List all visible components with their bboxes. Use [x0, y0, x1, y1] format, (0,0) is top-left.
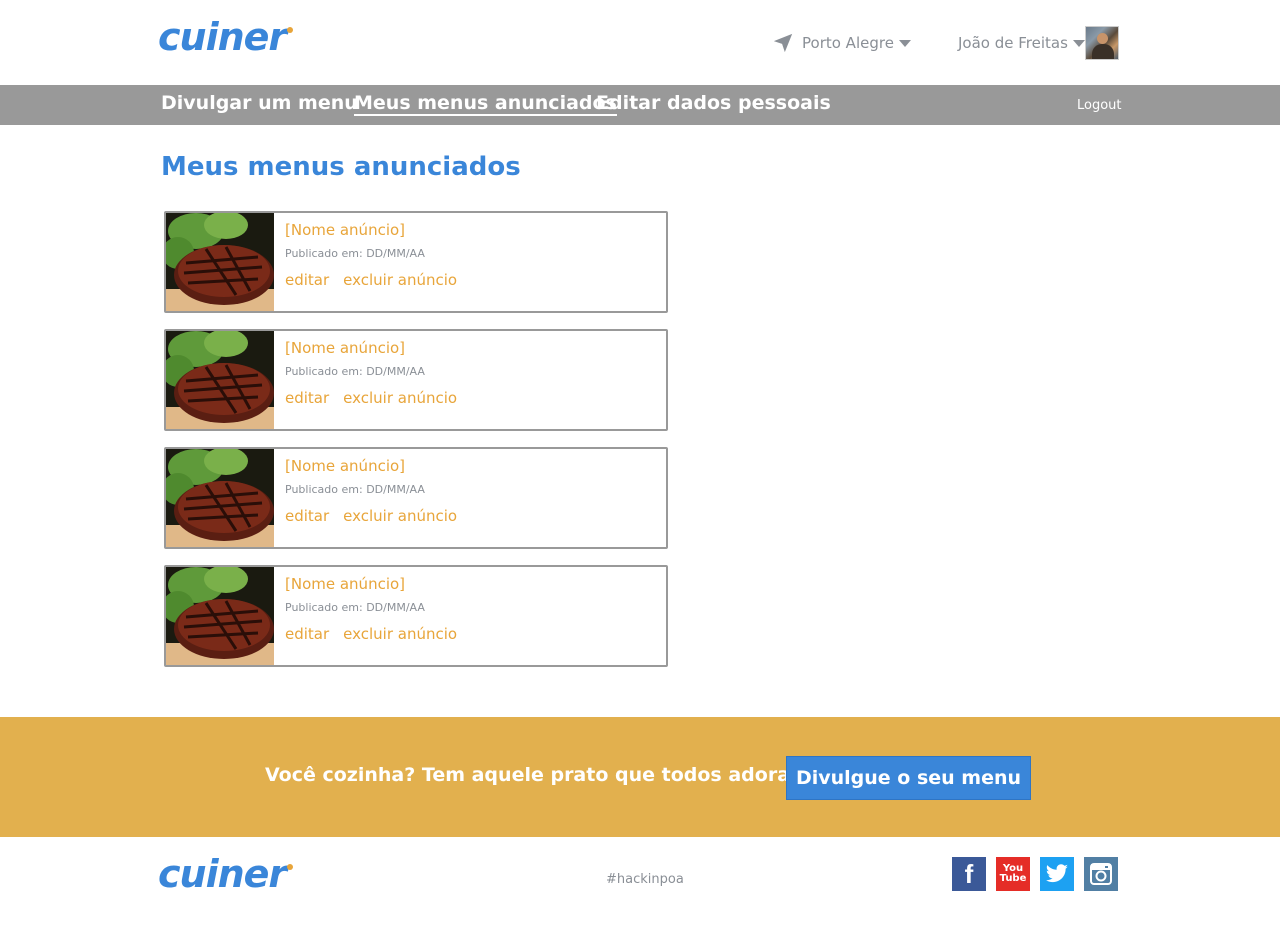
youtube-icon[interactable]: You Tube — [996, 857, 1030, 891]
listing-actions: editar excluir anúncio — [285, 624, 471, 643]
listing-date: Publicado em: DD/MM/AA — [285, 365, 425, 378]
avatar-body — [1092, 44, 1114, 59]
steak-image — [166, 567, 274, 665]
listing-card[interactable]: [Nome anúncio] Publicado em: DD/MM/AA edit… — [164, 565, 668, 667]
listing-body: [Nome anúncio] Publicado em: DD/MM/AA edit… — [285, 339, 471, 407]
listing-name[interactable]: [Nome anúncio] — [285, 221, 471, 239]
listing-date: Publicado em: DD/MM/AA — [285, 483, 425, 496]
nav-item-meus-menus[interactable]: Meus menus anunciados — [354, 92, 617, 116]
logo-text: cuiner — [158, 852, 287, 896]
listing-date: Publicado em: DD/MM/AA — [285, 601, 425, 614]
twitter-bird-icon — [1045, 864, 1068, 883]
logo-dot — [287, 864, 294, 870]
listing-name[interactable]: [Nome anúncio] — [285, 575, 471, 593]
nav-item-editar-dados[interactable]: Editar dados pessoais — [596, 92, 831, 114]
footer-logo[interactable]: cuiner — [158, 852, 294, 896]
listing-thumbnail[interactable] — [166, 567, 274, 665]
instagram-camera-icon — [1090, 863, 1112, 885]
chevron-down-icon — [898, 39, 911, 47]
cta-button[interactable]: Divulgue o seu menu — [786, 756, 1031, 800]
listing-card[interactable]: [Nome anúncio] Publicado em: DD/MM/AA edit… — [164, 329, 668, 431]
header: cuiner Porto Alegre João de Freitas — [0, 0, 1280, 85]
listing-card[interactable]: [Nome anúncio] Publicado em: DD/MM/AA edit… — [164, 211, 668, 313]
steak-image — [166, 213, 274, 311]
location-selector[interactable]: Porto Alegre — [772, 32, 911, 54]
chevron-down-icon — [1072, 39, 1085, 47]
listing-thumbnail[interactable] — [166, 449, 274, 547]
edit-link[interactable]: editar — [285, 271, 329, 289]
delete-listing-link[interactable]: excluir anúncio — [343, 389, 457, 407]
listing-actions: editar excluir anúncio — [285, 270, 471, 289]
footer: cuiner #hackinpoa f You Tube — [0, 837, 1280, 928]
listing-actions: editar excluir anúncio — [285, 388, 471, 407]
listing-body: [Nome anúncio] Publicado em: DD/MM/AA edit… — [285, 457, 471, 525]
logo-text: cuiner — [158, 15, 287, 59]
listing-date: Publicado em: DD/MM/AA — [285, 247, 425, 260]
delete-listing-link[interactable]: excluir anúncio — [343, 507, 457, 525]
nav-bar: Divulgar um menu Meus menus anunciados E… — [0, 85, 1280, 125]
facebook-glyph: f — [964, 858, 974, 889]
youtube-glyph-bottom: Tube — [999, 873, 1027, 884]
listing-thumbnail[interactable] — [166, 331, 274, 429]
edit-link[interactable]: editar — [285, 389, 329, 407]
avatar-head — [1097, 33, 1108, 44]
listing-body: [Nome anúncio] Publicado em: DD/MM/AA edit… — [285, 221, 471, 289]
steak-image — [166, 449, 274, 547]
logo[interactable]: cuiner — [158, 15, 294, 59]
location-label: Porto Alegre — [802, 34, 894, 52]
edit-link[interactable]: editar — [285, 507, 329, 525]
cta-banner: Você cozinha? Tem aquele prato que todos… — [0, 717, 1280, 837]
edit-link[interactable]: editar — [285, 625, 329, 643]
delete-listing-link[interactable]: excluir anúncio — [343, 625, 457, 643]
location-arrow-icon — [773, 33, 793, 53]
listing-thumbnail[interactable] — [166, 213, 274, 311]
logo-dot — [287, 27, 294, 33]
logout-link[interactable]: Logout — [1077, 98, 1122, 113]
page: cuiner Porto Alegre João de Freitas Divu… — [0, 0, 1280, 928]
hashtag: #hackinpoa — [606, 872, 684, 887]
listing-body: [Nome anúncio] Publicado em: DD/MM/AA edit… — [285, 575, 471, 643]
listing-name[interactable]: [Nome anúncio] — [285, 457, 471, 475]
steak-image — [166, 331, 274, 429]
page-title: Meus menus anunciados — [161, 152, 521, 182]
facebook-icon[interactable]: f — [952, 857, 986, 891]
twitter-icon[interactable] — [1040, 857, 1074, 891]
listing-actions: editar excluir anúncio — [285, 506, 471, 525]
delete-listing-link[interactable]: excluir anúncio — [343, 271, 457, 289]
user-name: João de Freitas — [958, 34, 1068, 52]
nav-item-divulgar[interactable]: Divulgar um menu — [161, 92, 358, 114]
listing-name[interactable]: [Nome anúncio] — [285, 339, 471, 357]
avatar[interactable] — [1085, 26, 1119, 60]
listing-card[interactable]: [Nome anúncio] Publicado em: DD/MM/AA edit… — [164, 447, 668, 549]
instagram-icon[interactable] — [1084, 857, 1118, 891]
user-menu[interactable]: João de Freitas — [958, 32, 1085, 54]
